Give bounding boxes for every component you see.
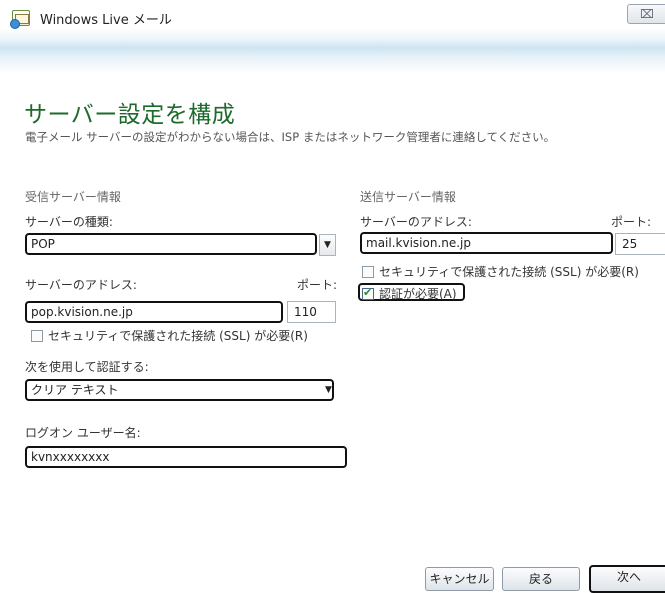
cancel-button[interactable]: キャンセル bbox=[425, 567, 494, 591]
checkbox-icon[interactable] bbox=[31, 330, 43, 342]
server-type-label: サーバーの種類: bbox=[25, 215, 113, 229]
logon-username-label: ログオン ユーザー名: bbox=[25, 426, 141, 440]
outgoing-ssl-checkbox[interactable]: セキュリティで保護された接続 (SSL) が必要(R) bbox=[362, 263, 639, 281]
close-button[interactable]: ⌧ bbox=[627, 4, 665, 24]
windows-live-mail-icon bbox=[10, 10, 30, 29]
outgoing-ssl-label: セキュリティで保護された接続 (SSL) が必要(R) bbox=[379, 265, 639, 279]
page-subtitle: 電子メール サーバーの設定がわからない場合は、ISP またはネットワーク管理者に… bbox=[25, 130, 556, 144]
incoming-ssl-label: セキュリティで保護された接続 (SSL) が必要(R) bbox=[48, 329, 308, 343]
incoming-address-input[interactable]: pop.kvision.ne.jp bbox=[25, 301, 283, 323]
auth-method-select[interactable]: クリア テキスト bbox=[25, 379, 334, 401]
checkbox-checked-icon[interactable]: ✔ bbox=[362, 286, 374, 300]
outgoing-section-title: 送信サーバー情報 bbox=[360, 190, 456, 204]
auth-method-label: 次を使用して認証する: bbox=[25, 360, 149, 374]
server-type-dropdown-arrow[interactable]: ▼ bbox=[319, 234, 336, 256]
incoming-address-label: サーバーのアドレス: bbox=[25, 278, 137, 292]
incoming-section-title: 受信サーバー情報 bbox=[25, 190, 121, 204]
next-button[interactable]: 次へ bbox=[589, 565, 665, 593]
checkmark-icon: ✔ bbox=[363, 286, 373, 299]
outgoing-port-input[interactable]: 25 bbox=[615, 233, 665, 255]
auth-required-label: 認証が必要(A) bbox=[379, 287, 457, 301]
incoming-ssl-checkbox[interactable]: セキュリティで保護された接続 (SSL) が必要(R) bbox=[31, 327, 308, 345]
incoming-port-input[interactable]: 110 bbox=[287, 301, 336, 323]
back-button[interactable]: 戻る bbox=[502, 567, 580, 591]
page-title: サーバー設定を構成 bbox=[24, 102, 236, 128]
auth-method-dropdown-arrow[interactable]: ▼ bbox=[320, 380, 337, 402]
outgoing-address-input[interactable]: mail.kvision.ne.jp bbox=[360, 232, 613, 254]
outgoing-port-label: ポート: bbox=[611, 215, 652, 229]
checkbox-icon[interactable] bbox=[362, 266, 374, 278]
logon-username-input[interactable]: kvnxxxxxxxx bbox=[25, 446, 347, 468]
incoming-port-label: ポート: bbox=[297, 278, 338, 292]
window-title: Windows Live メール bbox=[40, 13, 172, 28]
auth-required-checkbox[interactable]: ✔ 認証が必要(A) bbox=[358, 283, 465, 301]
outgoing-address-label: サーバーのアドレス: bbox=[360, 215, 472, 229]
server-type-select[interactable]: POP bbox=[25, 233, 317, 255]
